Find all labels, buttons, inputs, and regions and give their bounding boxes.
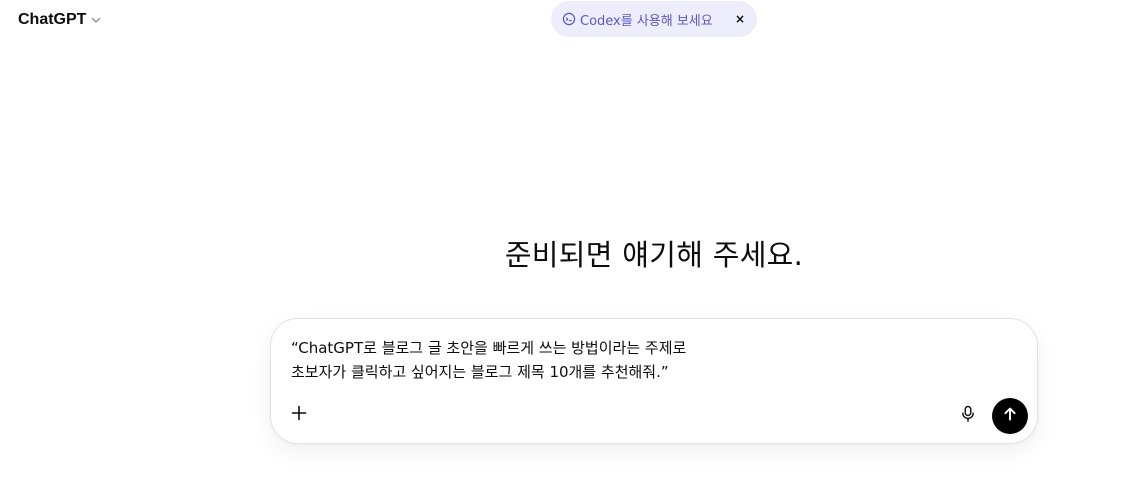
prompt-composer: “ChatGPT로 블로그 글 초안을 빠르게 쓰는 방법이라는 주제로 초보자…	[270, 318, 1038, 444]
codex-promo-banner[interactable]: Codex를 사용해 보세요 ×	[551, 1, 757, 37]
prompt-line: “ChatGPT로 블로그 글 초안을 빠르게 쓰는 방법이라는 주제로	[291, 339, 687, 357]
page-title: 준비되면 얘기해 주세요.	[504, 238, 804, 272]
close-icon[interactable]: ×	[733, 12, 747, 26]
prompt-input[interactable]: “ChatGPT로 블로그 글 초안을 빠르게 쓰는 방법이라는 주제로 초보자…	[291, 336, 1011, 384]
send-button[interactable]	[992, 398, 1028, 434]
model-name: ChatGPT	[18, 11, 87, 28]
voice-input-button[interactable]	[955, 403, 981, 429]
codex-icon	[562, 12, 576, 26]
arrow-up-icon	[1002, 406, 1018, 426]
plus-icon	[290, 404, 308, 426]
codex-banner-text: Codex를 사용해 보세요	[580, 13, 713, 29]
chevron-down-icon	[90, 14, 102, 26]
microphone-icon	[960, 405, 976, 427]
attach-button[interactable]	[285, 401, 313, 429]
prompt-line: 초보자가 클릭하고 싶어지는 블로그 제목 10개를 추천해줘.”	[291, 363, 669, 381]
model-selector-button[interactable]: ChatGPT	[10, 7, 110, 33]
chat-page: ChatGPT Codex를 사용해 보세요 × 준비되면 얘기해 주세요. “…	[0, 0, 1125, 484]
